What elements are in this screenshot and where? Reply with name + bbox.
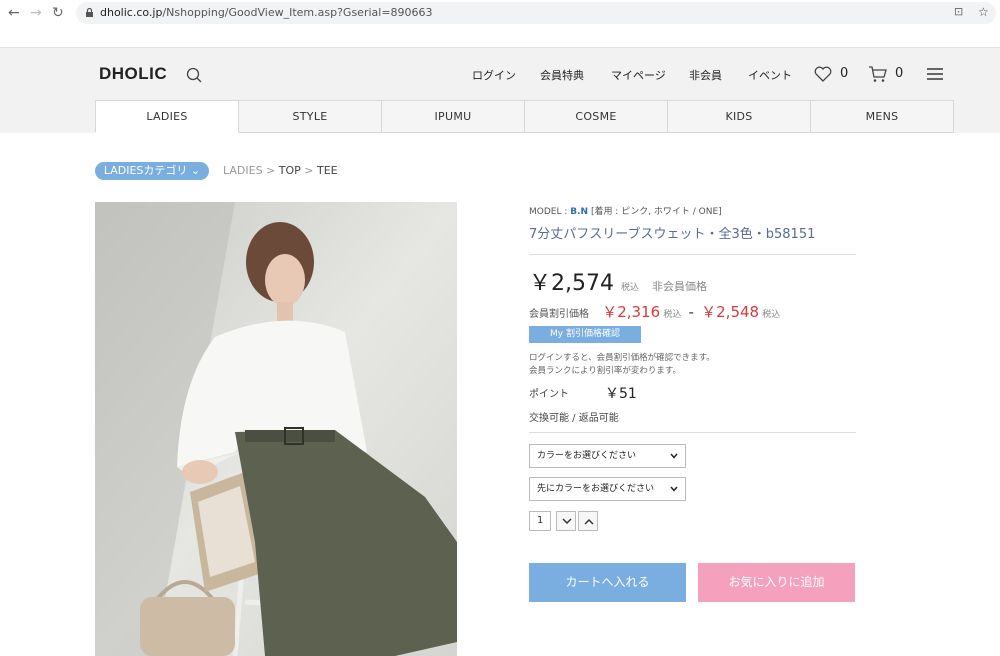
category-button-label: LADIESカテゴリ [103,164,188,177]
model-prefix: MODEL : [529,207,568,217]
member-price-row: 会員割引価格 ￥2,316 税込 - ￥2,548 税込 [529,301,780,322]
category-tabs: LADIES STYLE IPUMU COSME KIDS MENS [95,100,954,133]
price-value: ￥2,574 [529,271,614,296]
return-policy: 交換可能 / 返品可能 [529,413,619,424]
tab-mens[interactable]: MENS [811,100,954,133]
quantity-input[interactable]: 1 [529,511,551,531]
nav-login[interactable]: ログイン [472,67,516,83]
tab-ipumu[interactable]: IPUMU [382,100,525,133]
tax-label: 税込 [762,310,781,320]
nav-event[interactable]: イベント [748,67,792,83]
wishlist-count: 0 [840,66,849,81]
quantity-increase-button[interactable] [578,511,598,531]
price-block: ￥2,574 税込 非会員価格 [529,265,707,297]
cart-count: 0 [895,66,904,81]
breadcrumb-item-top[interactable]: TOP [279,164,301,177]
tab-cosme[interactable]: COSME [525,100,668,133]
my-discount-button[interactable]: My 割引価格確認 [529,326,641,343]
breadcrumb: LADIES > TOP > TEE [223,164,338,177]
nav-non-member[interactable]: 非会員 [689,67,722,83]
price-range-dash: - [688,303,694,321]
site-header: DHOLIC ログイン 会員特典 マイページ 非会員 イベント 0 0 LADI… [0,47,1000,133]
add-to-cart-button[interactable]: カートへ入れる [529,563,686,602]
site-logo[interactable]: DHOLIC [99,64,167,84]
tab-kids[interactable]: KIDS [668,100,811,133]
point-label: ポイント [529,389,569,400]
member-price-high: ￥2,548 [701,303,760,321]
point-value: ￥51 [605,386,637,402]
category-dropdown-button[interactable]: LADIESカテゴリ ⌄ [95,162,209,180]
login-note: ログインすると、会員割引価格が確認できます。 [529,353,715,363]
hamburger-menu-icon[interactable] [927,68,943,80]
divider [529,432,856,433]
cart-icon[interactable] [868,65,888,83]
heart-icon[interactable] [814,66,832,82]
lock-icon [86,8,93,17]
reload-icon[interactable]: ↻ [52,4,64,22]
add-to-favorites-button[interactable]: お気に入りに追加 [698,563,855,602]
tab-style[interactable]: STYLE [239,100,382,133]
divider [529,254,856,255]
chevron-down-icon [670,453,678,459]
chevron-down-icon [670,486,678,492]
rank-note: 会員ランクにより割引率が変わります。 [529,366,681,376]
chevron-down-icon [562,518,572,525]
model-note: [着用 : ピンク, ホワイト / ONE] [590,207,722,217]
member-price-low: ￥2,316 [602,303,661,321]
url-text: dholic.co.jp/Nshopping/GoodView_Item.asp… [100,6,433,19]
breadcrumb-item-tee: TEE [317,164,338,177]
back-arrow-icon[interactable]: ← [8,4,20,22]
browser-toolbar: ← → ↻ dholic.co.jp/Nshopping/GoodView_It… [0,0,1000,26]
product-image[interactable] [95,202,457,656]
chevron-up-icon [584,518,594,525]
tax-label: 税込 [663,310,682,320]
product-title: 7分丈パフスリーブスウェット・全3色・b58151 [529,227,816,242]
model-info: MODEL : B.N [着用 : ピンク, ホワイト / ONE] [529,204,722,217]
breadcrumb-item-ladies[interactable]: LADIES [223,164,263,177]
size-select-value: 先にカラーをお選びください [537,484,655,494]
address-bar[interactable]: dholic.co.jp/Nshopping/GoodView_Item.asp… [76,2,996,24]
non-member-label: 非会員価格 [652,280,707,293]
model-name-link[interactable]: B.N [570,207,588,217]
translate-icon[interactable]: ⊡ [954,5,963,18]
tab-ladies[interactable]: LADIES [95,100,239,133]
tax-label: 税込 [620,283,639,293]
color-select[interactable]: カラーをお選びください [529,444,686,468]
nav-member-benefits[interactable]: 会員特典 [540,67,584,83]
member-price-label: 会員割引価格 [529,309,589,320]
color-select-value: カラーをお選びください [537,451,637,461]
nav-mypage[interactable]: マイページ [611,67,666,83]
chevron-down-icon: ⌄ [190,164,201,177]
quantity-decrease-button[interactable] [556,511,576,531]
bookmark-star-icon[interactable]: ☆ [978,5,989,19]
forward-arrow-icon[interactable]: → [30,4,42,22]
size-select[interactable]: 先にカラーをお選びください [529,477,686,501]
search-icon[interactable] [186,67,202,83]
